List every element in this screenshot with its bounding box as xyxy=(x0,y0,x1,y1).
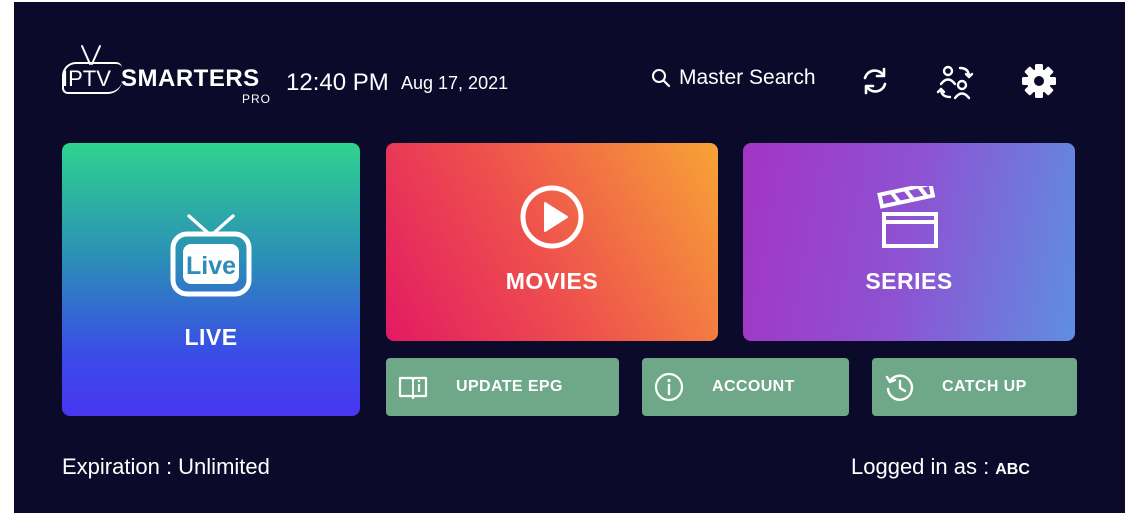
settings-button[interactable] xyxy=(1020,62,1058,100)
expiration-text: Expiration : Unlimited xyxy=(62,454,270,479)
clock-date: Aug 17, 2021 xyxy=(401,73,509,93)
info-icon xyxy=(654,372,684,402)
play-icon xyxy=(520,185,584,248)
update-epg-label: UPDATE EPG xyxy=(456,378,563,395)
logged-in-info: Logged in as : ABC xyxy=(851,454,1030,480)
movies-label: MOVIES xyxy=(505,267,599,294)
catch-up-button[interactable]: CATCH UP xyxy=(872,358,1077,416)
logo-smarters: SMARTERS xyxy=(121,65,260,92)
live-icon-text: Live xyxy=(186,252,236,280)
app-logo: IPTV SMARTERS PRO xyxy=(62,42,272,110)
account-button[interactable]: ACCOUNT xyxy=(642,358,849,416)
live-tv-icon: Live xyxy=(170,214,252,297)
logo-pro: PRO xyxy=(242,92,272,106)
master-search-label: Master Search xyxy=(679,66,816,89)
account-label: ACCOUNT xyxy=(712,378,795,395)
book-icon xyxy=(398,376,428,400)
history-icon xyxy=(885,374,914,401)
update-epg-button[interactable]: UPDATE EPG xyxy=(386,358,619,416)
username: ABC xyxy=(995,461,1030,478)
clapperboard-icon xyxy=(877,185,938,248)
home-screen: IPTV SMARTERS PRO 12:40 PM Aug 17, 2021 … xyxy=(14,2,1125,513)
live-tile[interactable]: Live LIVE xyxy=(62,143,360,416)
logged-in-label: Logged in as : xyxy=(851,454,990,479)
series-tile[interactable]: SERIES xyxy=(743,143,1075,341)
live-label: LIVE xyxy=(184,324,238,350)
search-icon xyxy=(652,69,671,88)
switch-user-button[interactable] xyxy=(936,62,974,100)
catch-up-label: CATCH UP xyxy=(942,378,1027,395)
switch-user-icon xyxy=(936,65,974,100)
clock-time: 12:40 PM xyxy=(286,69,389,96)
series-label: SERIES xyxy=(865,267,953,294)
logo-iptv: IPTV xyxy=(62,66,111,91)
refresh-button[interactable] xyxy=(856,62,894,100)
movies-tile[interactable]: MOVIES xyxy=(386,143,718,341)
master-search-button[interactable]: Master Search xyxy=(651,66,816,90)
gear-icon xyxy=(1022,64,1056,98)
refresh-icon xyxy=(863,67,887,95)
